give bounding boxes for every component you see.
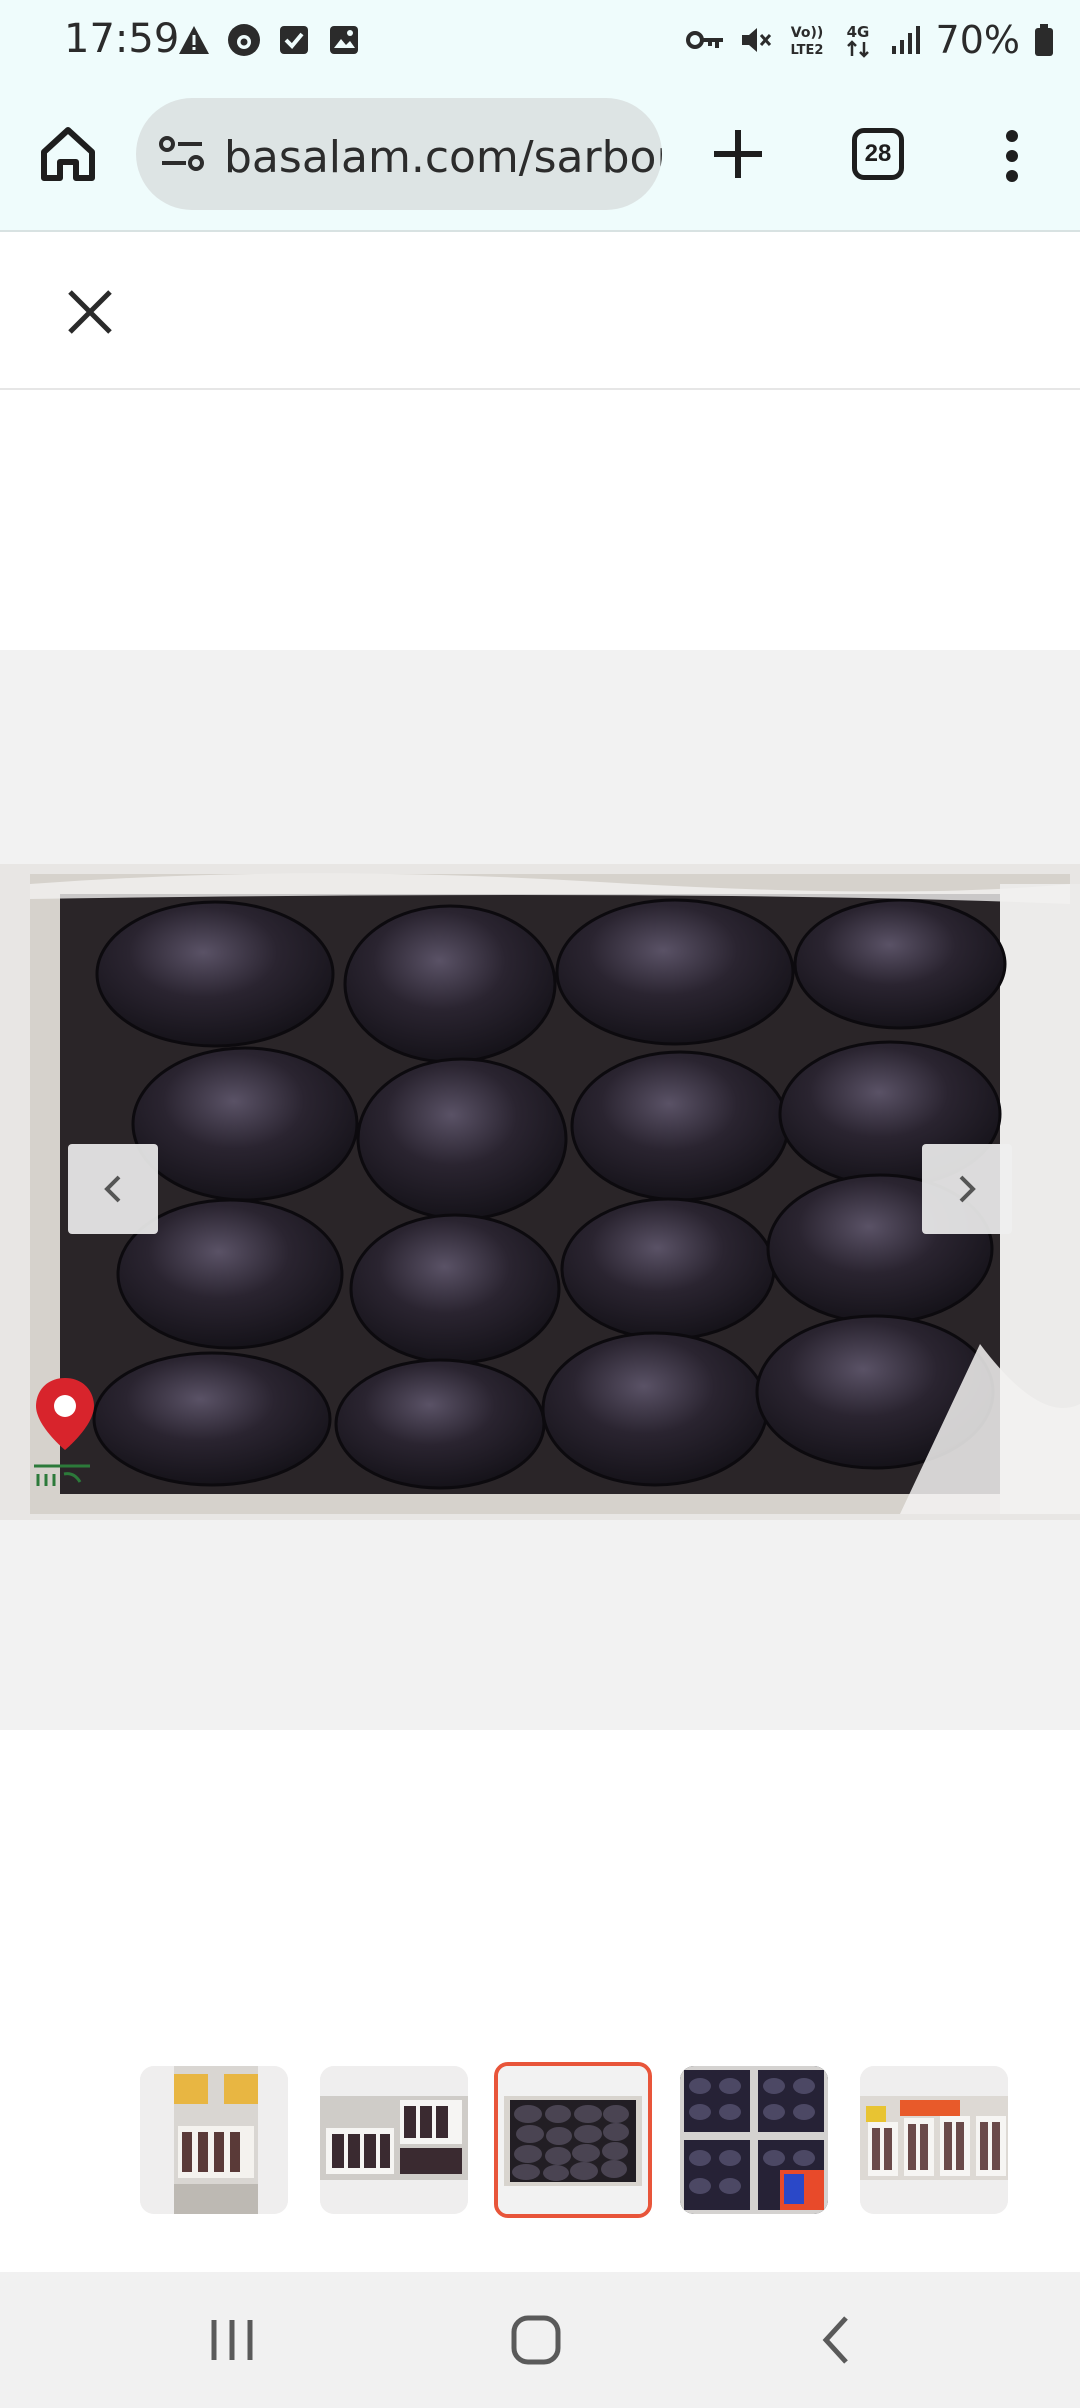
home-icon (41, 127, 95, 181)
svg-text:Vo)): Vo)) (790, 25, 822, 41)
home-circle-icon (511, 2315, 561, 2365)
warning-icon (176, 22, 212, 58)
recent-apps-button[interactable] (200, 2310, 264, 2370)
system-home-button[interactable] (504, 2310, 568, 2370)
svg-text:4G: 4G (846, 23, 869, 41)
notification-icon (226, 22, 262, 58)
previous-image-button[interactable] (68, 1144, 158, 1234)
system-back-button[interactable] (806, 2310, 870, 2370)
chevron-left-icon (104, 1175, 121, 1203)
thumbnail-2[interactable] (320, 2066, 468, 2214)
tab-switcher-button[interactable]: 28 (852, 128, 904, 180)
system-navigation-bar (0, 2272, 1080, 2408)
image-viewer (0, 650, 1080, 1730)
recent-apps-icon (211, 2320, 253, 2360)
status-icons-right: Vo)) LTE2 4G 70% (685, 18, 1056, 62)
chevron-right-icon (959, 1175, 976, 1203)
volte-icon: Vo)) LTE2 (786, 22, 828, 58)
battery-percent: 70% (935, 18, 1020, 62)
signal-icon (888, 22, 924, 58)
thumbnail-strip (0, 2062, 1080, 2222)
location-pin-icon (30, 1370, 100, 1500)
battery-icon (1032, 22, 1056, 58)
close-icon (68, 290, 112, 334)
thumbnail-1[interactable] (140, 2066, 288, 2214)
browser-menu-button[interactable] (992, 124, 1032, 188)
home-button[interactable] (36, 122, 100, 186)
url-text: basalam.com/sarbor (224, 132, 662, 183)
close-button[interactable] (62, 284, 118, 340)
status-bar: 17:59 Vo)) LTE2 4G 70% (0, 0, 1080, 84)
more-vert-icon (1006, 130, 1018, 182)
mute-icon (738, 22, 774, 58)
gallery-icon (326, 22, 362, 58)
plus-icon (714, 130, 762, 178)
status-icons-left (176, 22, 362, 58)
4g-icon: 4G (840, 22, 876, 58)
svg-text:LTE2: LTE2 (790, 43, 823, 58)
gallery-header (0, 234, 1080, 390)
thumbnail-4[interactable] (680, 2066, 828, 2214)
vpn-key-icon (685, 22, 726, 58)
browser-toolbar: basalam.com/sarbor 28 (0, 84, 1080, 232)
back-icon (822, 2316, 848, 2364)
address-bar[interactable]: basalam.com/sarbor (136, 98, 662, 210)
product-image-dates-box[interactable] (0, 864, 1080, 1520)
thumbnail-5[interactable] (860, 2066, 1008, 2214)
thumbnail-3[interactable] (494, 2062, 652, 2218)
new-tab-button[interactable] (706, 122, 770, 186)
status-time: 17:59 (64, 16, 180, 62)
site-settings-icon[interactable] (158, 134, 206, 174)
checkbox-icon (276, 22, 312, 58)
next-image-button[interactable] (922, 1144, 1012, 1234)
